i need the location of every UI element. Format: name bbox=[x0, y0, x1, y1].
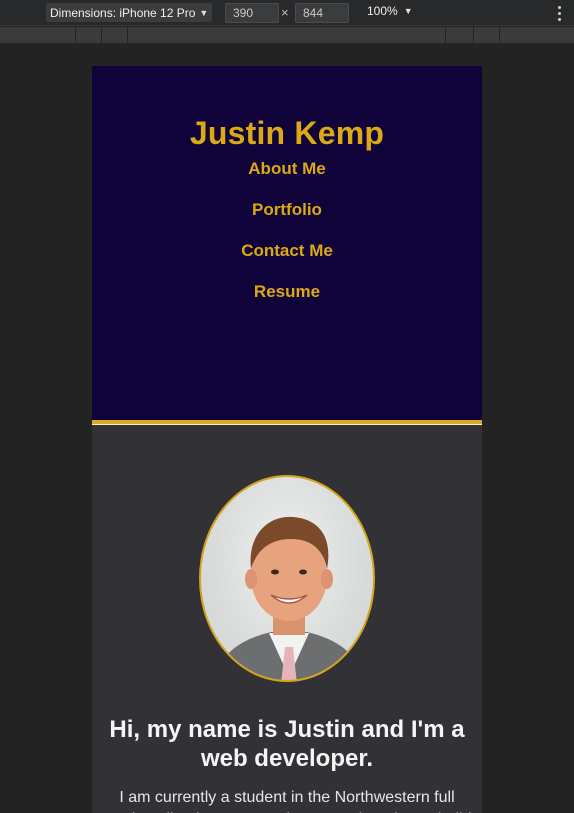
zoom-label: 100% bbox=[367, 4, 398, 18]
site-title: Justin Kemp bbox=[189, 115, 385, 151]
nav-link-about-me[interactable]: About Me bbox=[248, 156, 325, 197]
device-viewport: Justin Kemp About Me Portfolio Contact M… bbox=[92, 66, 482, 813]
device-dimensions-select[interactable]: Dimensions: iPhone 12 Pro ▼ bbox=[46, 3, 213, 22]
about-section: Hi, my name is Justin and I'm a web deve… bbox=[92, 425, 482, 813]
viewport-height-input[interactable]: 844 bbox=[295, 3, 349, 23]
kebab-menu-icon[interactable] bbox=[555, 4, 563, 22]
caret-down-icon: ▼ bbox=[199, 7, 209, 18]
nav-link-resume[interactable]: Resume bbox=[254, 279, 320, 320]
intro-bio: I am currently a student in the Northwes… bbox=[102, 789, 471, 813]
caret-down-icon: ▼ bbox=[403, 6, 413, 16]
media-query-ruler[interactable] bbox=[0, 27, 574, 43]
intro-headline: Hi, my name is Justin and I'm a web deve… bbox=[109, 716, 465, 772]
site-nav: About Me Portfolio Contact Me Resume bbox=[241, 156, 333, 320]
device-dimensions-label: Dimensions: iPhone 12 Pro bbox=[50, 5, 196, 20]
profile-photo bbox=[199, 475, 375, 682]
site-header: Justin Kemp About Me Portfolio Contact M… bbox=[92, 66, 482, 420]
devtools-device-toolbar: Dimensions: iPhone 12 Pro ▼ 390 × 844 10… bbox=[0, 0, 574, 26]
nav-link-contact-me[interactable]: Contact Me bbox=[241, 238, 333, 279]
viewport-width-input[interactable]: 390 bbox=[225, 3, 279, 23]
portrait-illustration bbox=[212, 516, 366, 680]
nav-link-portfolio[interactable]: Portfolio bbox=[252, 197, 322, 238]
zoom-select[interactable]: 100% ▼ bbox=[367, 4, 413, 18]
dimension-separator: × bbox=[281, 5, 289, 20]
